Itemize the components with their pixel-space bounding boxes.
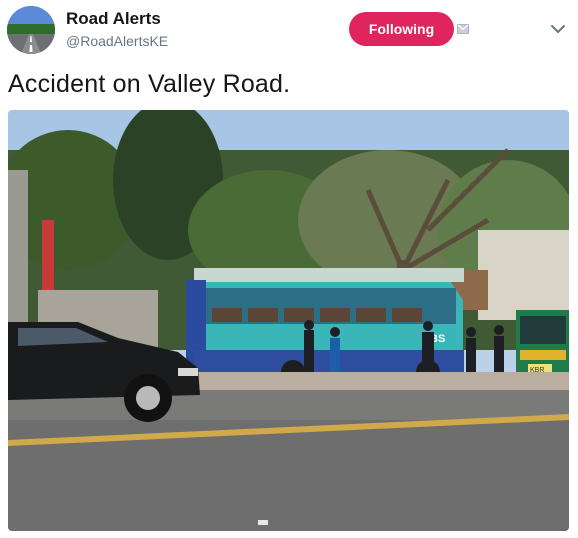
road-avatar-icon (7, 6, 55, 54)
tweet-text: Accident on Valley Road. (8, 70, 291, 98)
chevron-down-icon[interactable] (549, 22, 567, 36)
display-name[interactable]: Road Alerts (66, 9, 161, 29)
avatar[interactable] (7, 6, 55, 54)
notification-bell-icon[interactable] (457, 24, 469, 34)
tweet-photo[interactable]: BS KBR (8, 110, 569, 531)
user-handle[interactable]: @RoadAlertsKE (66, 33, 168, 49)
tweet-header: Road Alerts @RoadAlertsKE Following (0, 0, 578, 62)
following-button[interactable]: Following (349, 12, 454, 46)
